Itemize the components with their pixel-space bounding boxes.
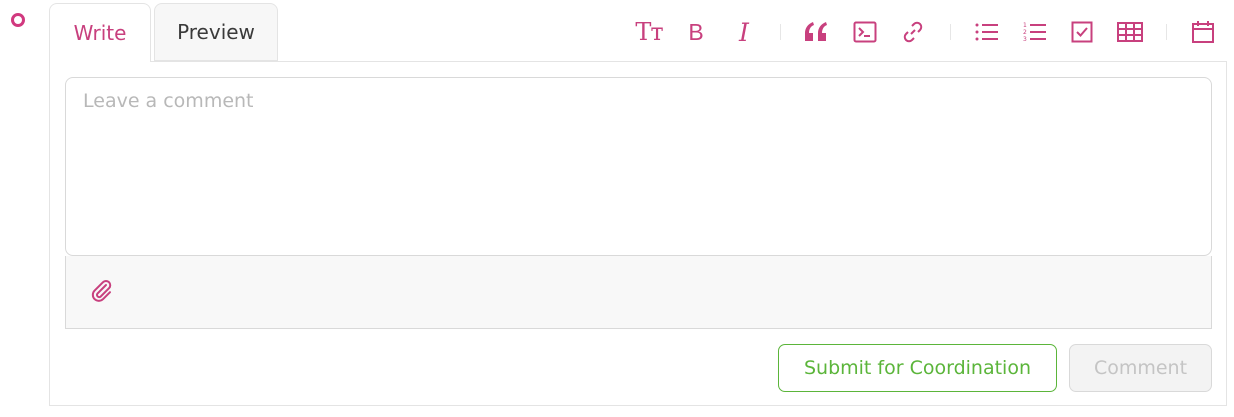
tab-write[interactable]: Write (49, 3, 151, 62)
italic-button[interactable]: I (728, 16, 760, 48)
checkbox-icon (1071, 21, 1093, 43)
bulleted-list-icon (975, 23, 998, 41)
code-button[interactable] (849, 16, 881, 48)
numbered-list-icon: 1 2 3 (1023, 22, 1046, 43)
numbered-list-button[interactable]: 1 2 3 (1019, 16, 1051, 48)
quote-icon (805, 22, 827, 41)
comment-button[interactable]: Comment (1069, 344, 1212, 392)
bold-icon: B (688, 18, 704, 45)
attach-button[interactable] (90, 279, 114, 303)
paperclip-icon (91, 279, 112, 302)
date-button[interactable] (1187, 16, 1219, 48)
comment-textarea[interactable] (66, 78, 1211, 255)
link-icon (903, 21, 923, 43)
toolbar-separator (780, 24, 781, 40)
timeline-dot-icon (11, 13, 25, 27)
tab-preview[interactable]: Preview (154, 3, 278, 61)
quote-button[interactable] (800, 16, 832, 48)
comment-box (65, 77, 1212, 256)
heading-button[interactable]: Tт (633, 16, 665, 48)
bold-button[interactable]: B (680, 16, 712, 48)
bulleted-list-button[interactable] (971, 16, 1003, 48)
table-icon (1117, 22, 1143, 42)
toolbar-separator (1166, 24, 1167, 40)
text-size-icon: Tт (635, 18, 663, 46)
italic-icon: I (739, 17, 749, 47)
link-button[interactable] (897, 16, 929, 48)
svg-text:1: 1 (1023, 22, 1027, 29)
toolbar-separator (950, 24, 951, 40)
calendar-icon (1192, 21, 1214, 43)
table-button[interactable] (1114, 16, 1146, 48)
svg-text:2: 2 (1023, 29, 1027, 36)
submit-for-coordination-button[interactable]: Submit for Coordination (778, 344, 1057, 392)
attachment-bar[interactable] (65, 256, 1212, 329)
code-icon (853, 21, 877, 43)
task-list-button[interactable] (1066, 16, 1098, 48)
svg-text:3: 3 (1023, 36, 1027, 43)
